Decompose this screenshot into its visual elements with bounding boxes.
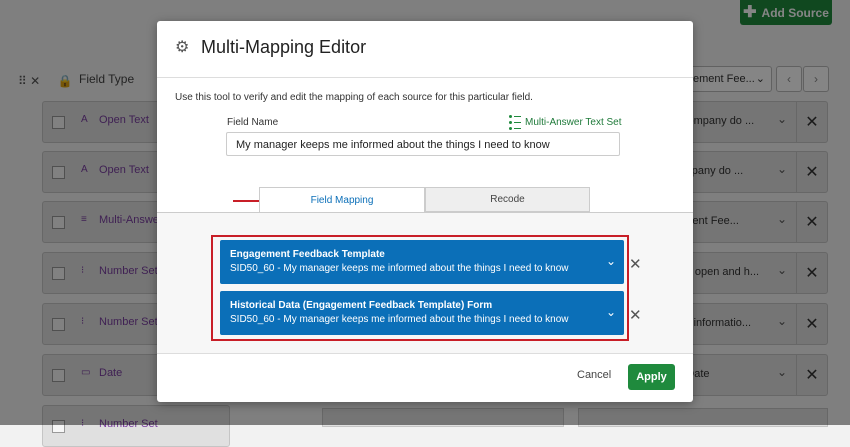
- remove-source-icon[interactable]: ✕: [629, 255, 642, 273]
- source-name: Historical Data (Engagement Feedback Tem…: [230, 300, 493, 311]
- chevron-down-icon[interactable]: ⌄: [606, 254, 616, 268]
- tab-recode[interactable]: Recode: [425, 187, 590, 212]
- dialog-title: Multi-Mapping Editor: [201, 37, 367, 57]
- tab-field-mapping[interactable]: Field Mapping: [259, 187, 425, 213]
- field-type-indicator: Multi-Answer Text Set: [509, 114, 622, 130]
- gears-icon: ⚙: [175, 39, 190, 56]
- source-mapping-item[interactable]: Historical Data (Engagement Feedback Tem…: [220, 291, 624, 335]
- source-name: Engagement Feedback Template: [230, 249, 385, 260]
- field-type-label: Multi-Answer Text Set: [525, 116, 622, 128]
- divider: [157, 77, 693, 78]
- source-question: SID50_60 - My manager keeps me informed …: [230, 314, 569, 325]
- field-name-input[interactable]: My manager keeps me informed about the t…: [226, 132, 620, 156]
- multi-answer-text-set-icon: [509, 114, 521, 130]
- divider: [157, 353, 693, 354]
- field-name-label: Field Name: [227, 117, 279, 128]
- multi-mapping-editor-dialog: ⚙ Multi-Mapping Editor Use this tool to …: [157, 21, 693, 402]
- cancel-button[interactable]: Cancel: [577, 369, 611, 381]
- source-mapping-item[interactable]: Engagement Feedback Template SID50_60 - …: [220, 240, 624, 284]
- source-question: SID50_60 - My manager keeps me informed …: [230, 263, 569, 274]
- apply-button[interactable]: Apply: [628, 364, 675, 390]
- chevron-down-icon[interactable]: ⌄: [606, 305, 616, 319]
- remove-source-icon[interactable]: ✕: [629, 306, 642, 324]
- dialog-description: Use this tool to verify and edit the map…: [175, 92, 533, 103]
